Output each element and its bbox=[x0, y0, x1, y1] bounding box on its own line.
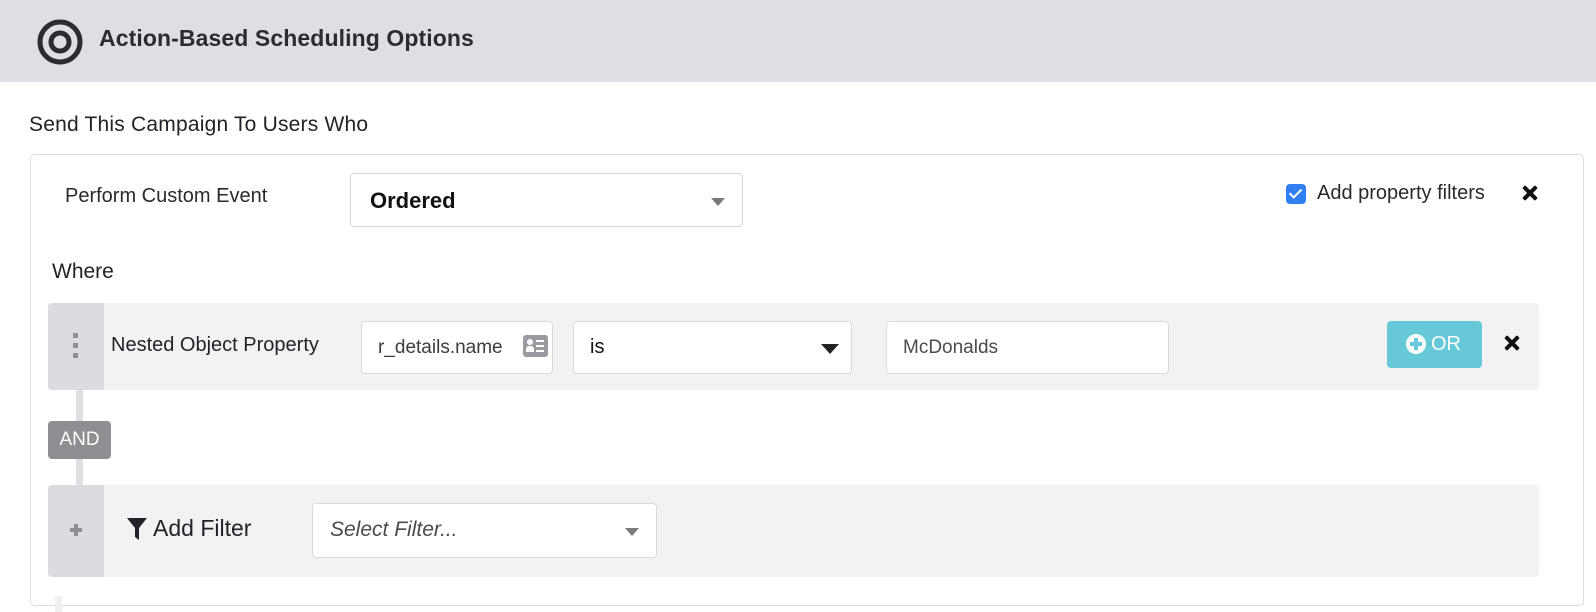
operator-select[interactable]: is bbox=[573, 321, 852, 374]
filter-value-text: McDonalds bbox=[903, 337, 999, 358]
remove-trigger-close-icon[interactable] bbox=[1519, 182, 1541, 204]
connector-stub bbox=[55, 596, 62, 612]
add-property-filters-checkbox[interactable] bbox=[1286, 183, 1306, 204]
add-handle bbox=[48, 485, 104, 577]
drag-handle[interactable] bbox=[48, 303, 104, 390]
and-badge: AND bbox=[48, 421, 111, 459]
page-title: Action-Based Scheduling Options bbox=[99, 25, 474, 51]
property-path-value: r_details.name bbox=[378, 337, 503, 358]
remove-filter-close-icon[interactable] bbox=[1501, 332, 1523, 354]
drag-dots-icon bbox=[73, 333, 78, 363]
page-header: Action-Based Scheduling Options bbox=[0, 0, 1596, 82]
trigger-card: Perform Custom Event Ordered Add propert… bbox=[30, 154, 1584, 606]
chevron-down-icon bbox=[711, 198, 725, 206]
select-filter-dropdown[interactable]: Select Filter... bbox=[312, 503, 657, 558]
add-or-button[interactable]: OR bbox=[1387, 321, 1482, 368]
section-label: Send This Campaign To Users Who bbox=[29, 113, 369, 136]
plus-circle-icon bbox=[1406, 334, 1426, 354]
add-property-filters-label: Add property filters bbox=[1317, 182, 1485, 204]
or-button-label: OR bbox=[1431, 333, 1461, 355]
custom-event-select[interactable]: Ordered bbox=[350, 173, 743, 227]
target-icon bbox=[37, 19, 83, 65]
add-filter-row: Add Filter Select Filter... bbox=[48, 485, 1539, 577]
operator-value: is bbox=[590, 336, 605, 358]
caret-down-icon bbox=[821, 344, 839, 354]
add-filter-heading: Add Filter bbox=[127, 515, 251, 542]
add-filter-label: Add Filter bbox=[153, 515, 252, 541]
chevron-down-icon bbox=[625, 528, 639, 536]
filter-value-input[interactable]: McDonalds bbox=[886, 321, 1169, 374]
select-filter-placeholder: Select Filter... bbox=[330, 518, 458, 541]
funnel-icon bbox=[127, 517, 147, 540]
filter-row: Nested Object Property r_details.name is… bbox=[48, 303, 1539, 390]
id-card-icon[interactable] bbox=[523, 335, 548, 357]
add-property-filters-toggle[interactable]: Add property filters bbox=[1286, 182, 1485, 205]
property-path-input[interactable]: r_details.name bbox=[361, 321, 553, 374]
plus-icon bbox=[70, 524, 82, 536]
custom-event-value: Ordered bbox=[370, 188, 456, 213]
event-type-label: Perform Custom Event bbox=[65, 185, 268, 207]
filter-type-label: Nested Object Property bbox=[111, 334, 319, 356]
where-label: Where bbox=[52, 260, 114, 283]
